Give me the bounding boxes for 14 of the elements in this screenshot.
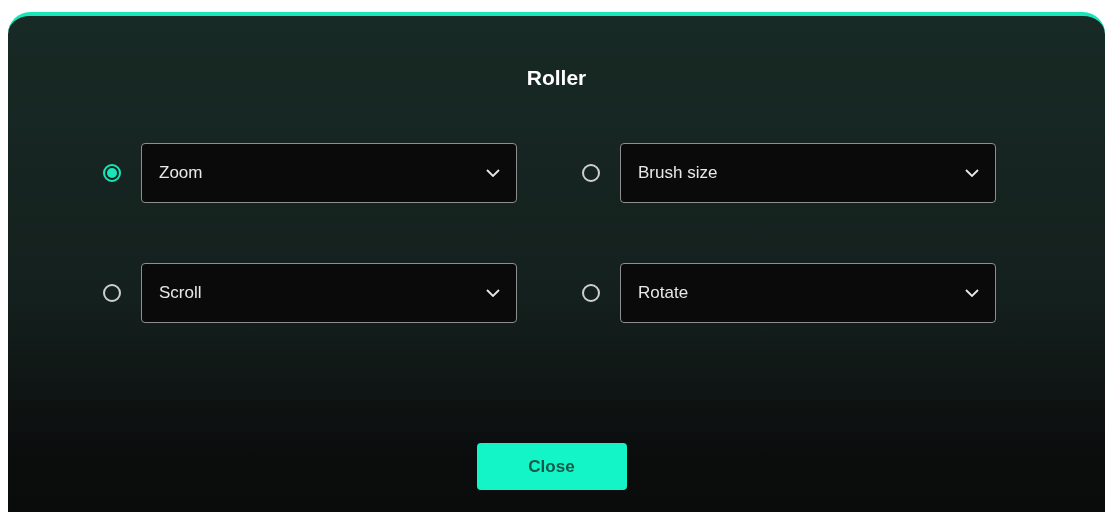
close-button[interactable]: Close: [476, 443, 627, 490]
dialog-title: Roller: [526, 65, 587, 91]
radio-button[interactable]: [103, 284, 121, 302]
dropdown[interactable]: Brush size: [620, 143, 996, 203]
dropdown[interactable]: Rotate: [620, 263, 996, 323]
radio-button[interactable]: [582, 164, 600, 182]
radio-button[interactable]: [582, 284, 600, 302]
dropdown[interactable]: Scroll: [141, 263, 517, 323]
chevron-down-icon: [486, 289, 500, 297]
chevron-down-icon: [486, 169, 500, 177]
chevron-down-icon: [965, 289, 979, 297]
radio-button[interactable]: [103, 164, 121, 182]
chevron-down-icon: [965, 169, 979, 177]
dropdown[interactable]: Zoom: [141, 143, 517, 203]
